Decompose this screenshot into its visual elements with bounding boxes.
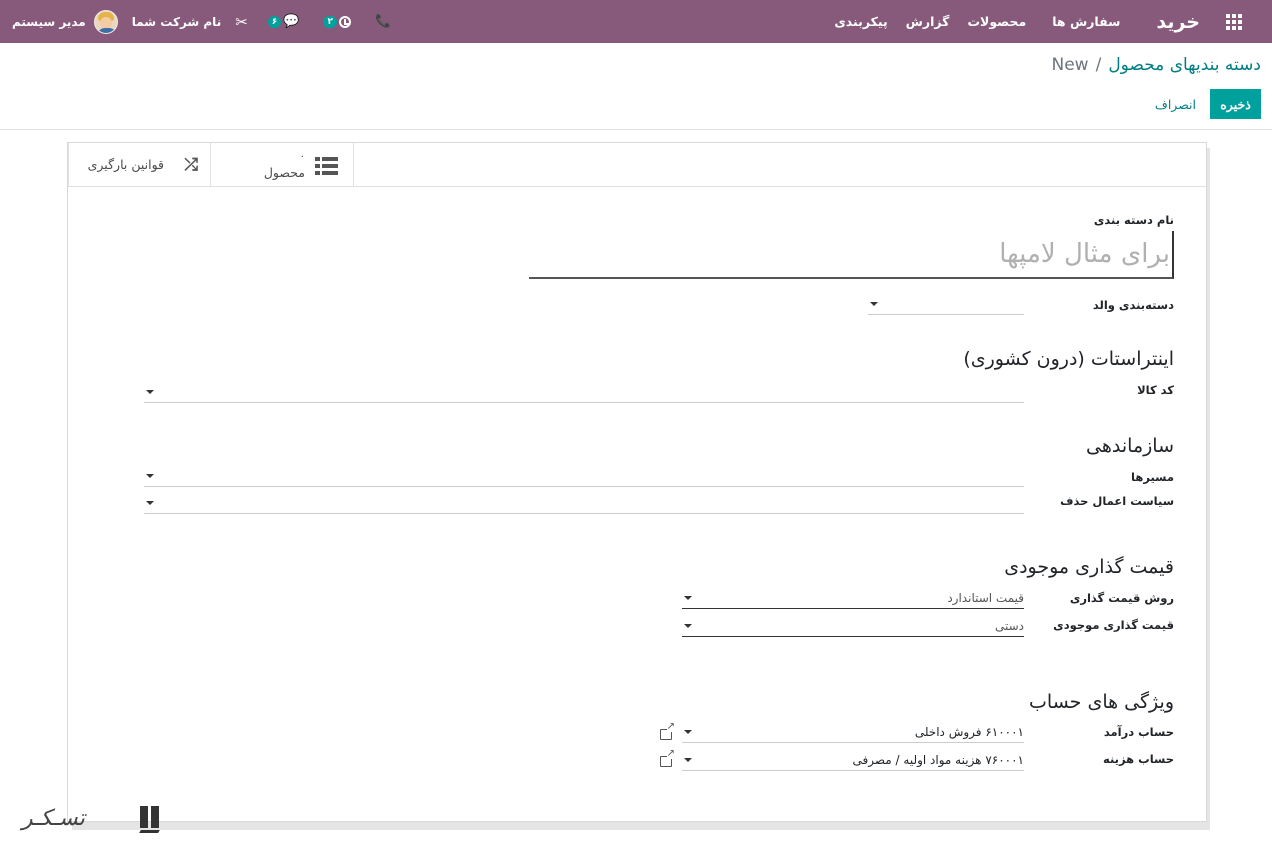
- activity-count-badge: ۲: [323, 15, 337, 28]
- watermark-text: تسـکـر: [22, 806, 85, 831]
- costing-method-value: قیمت استاندارد: [947, 591, 1024, 605]
- apps-menu-icon[interactable]: [1226, 13, 1242, 30]
- discard-button[interactable]: انصراف: [1155, 89, 1196, 119]
- costing-method-select[interactable]: قیمت استاندارد: [682, 589, 1024, 609]
- logistics-section-title: سازماندهی: [1086, 435, 1174, 457]
- chevron-down-icon: [684, 624, 692, 628]
- category-name-input[interactable]: [529, 231, 1174, 279]
- commodity-code-select[interactable]: [144, 383, 1024, 403]
- income-account-select[interactable]: ۶۱۰۰۰۱ فروش داخلی: [682, 723, 1024, 743]
- phone-icon[interactable]: 📞: [375, 14, 391, 29]
- putaway-rules-label: قوانین بارگیری: [87, 157, 164, 172]
- chevron-down-icon: [684, 730, 692, 734]
- menu-reporting[interactable]: گزارش: [906, 14, 950, 29]
- user-name: مدیر سیستم: [12, 14, 86, 29]
- chevron-down-icon: [146, 501, 154, 505]
- chevron-down-icon: [146, 474, 154, 478]
- external-link-icon[interactable]: [660, 722, 675, 740]
- expense-account-label: حساب هزینه: [1103, 752, 1174, 766]
- chat-count-badge: ۶: [267, 15, 282, 28]
- breadcrumb: دسته بندیهای محصول / New: [1052, 55, 1262, 75]
- systray: مدیر سیستم نام شرکت شما ✂ ۶ 💬 ۲ 📞: [12, 9, 397, 34]
- company-switcher[interactable]: نام شرکت شما: [132, 15, 221, 29]
- inventory-valuation-label: قیمت گذاری موجودی: [1053, 618, 1174, 632]
- breadcrumb-separator: /: [1095, 55, 1102, 75]
- removal-strategy-select[interactable]: [144, 494, 1024, 514]
- watermark-logo-icon: [139, 802, 164, 838]
- watermark: تسـکـر: [22, 798, 172, 846]
- chevron-down-icon: [146, 390, 154, 394]
- category-name-label: نام دسته بندی: [1093, 213, 1174, 227]
- parent-category-label: دسته‌بندی والد: [1092, 298, 1174, 312]
- menu-orders[interactable]: سفارش ها: [1052, 14, 1120, 29]
- inventory-valuation-section-title: قیمت گذاری موجودی: [1004, 556, 1174, 578]
- debug-tools-icon[interactable]: ✂: [235, 13, 248, 31]
- products-smart-button[interactable]: ۰ محصول: [210, 143, 354, 187]
- parent-category-select[interactable]: [868, 295, 1024, 315]
- breadcrumb-parent-link[interactable]: دسته بندیهای محصول: [1108, 55, 1261, 75]
- products-label: محصول: [263, 165, 305, 180]
- costing-method-label: روش قیمت گذاری: [1069, 591, 1174, 605]
- button-box: ۰ محصول ⤮ قوانین بارگیری: [68, 143, 1206, 187]
- messaging-menu[interactable]: ۶ 💬: [267, 14, 300, 29]
- putaway-rules-smart-button[interactable]: ⤮ قوانین بارگیری: [68, 143, 210, 187]
- external-link-icon[interactable]: [660, 749, 675, 767]
- inventory-valuation-value: دستی: [994, 619, 1024, 633]
- save-button[interactable]: ذخیره: [1210, 89, 1261, 119]
- menu-products[interactable]: محصولات: [967, 14, 1026, 29]
- chevron-down-icon: [870, 302, 878, 306]
- income-account-value: ۶۱۰۰۰۱ فروش داخلی: [914, 725, 1024, 739]
- control-panel: دسته بندیهای محصول / New ذخیره انصراف: [0, 43, 1272, 130]
- account-properties-section-title: ویژگی های حساب: [1029, 691, 1174, 713]
- chat-icon: 💬: [283, 14, 300, 29]
- inventory-valuation-select[interactable]: دستی: [682, 617, 1024, 637]
- routes-select[interactable]: [144, 467, 1024, 487]
- avatar: [93, 9, 118, 34]
- chevron-down-icon: [684, 758, 692, 762]
- top-navbar: خرید سفارش ها محصولات گزارش پیکربندی مدی…: [0, 0, 1272, 43]
- removal-strategy-label: سیاست اعمال حذف: [1060, 494, 1174, 508]
- income-account-label: حساب درآمد: [1103, 725, 1174, 739]
- expense-account-value: ۷۶۰۰۰۱ هزینه مواد اولیه / مصرفی: [852, 753, 1024, 767]
- shuffle-icon: ⤮: [184, 155, 198, 175]
- routes-label: مسیرها: [1131, 470, 1174, 484]
- commodity-code-label: کد کالا: [1137, 383, 1174, 397]
- app-title[interactable]: خرید: [1156, 11, 1200, 33]
- activity-menu[interactable]: ۲: [323, 15, 351, 28]
- form-sheet: ۰ محصول ⤮ قوانین بارگیری نام دسته بندی د…: [67, 142, 1207, 822]
- user-menu[interactable]: مدیر سیستم: [12, 9, 118, 34]
- breadcrumb-current: New: [1051, 55, 1089, 75]
- products-count: ۰: [299, 151, 305, 162]
- list-icon: [315, 157, 338, 175]
- menu-configuration[interactable]: پیکربندی: [834, 14, 887, 29]
- chevron-down-icon: [684, 596, 692, 600]
- expense-account-select[interactable]: ۷۶۰۰۰۱ هزینه مواد اولیه / مصرفی: [682, 751, 1024, 771]
- clock-icon: [338, 15, 351, 28]
- intrastat-section-title: اینتراستات (درون کشوری): [963, 348, 1174, 370]
